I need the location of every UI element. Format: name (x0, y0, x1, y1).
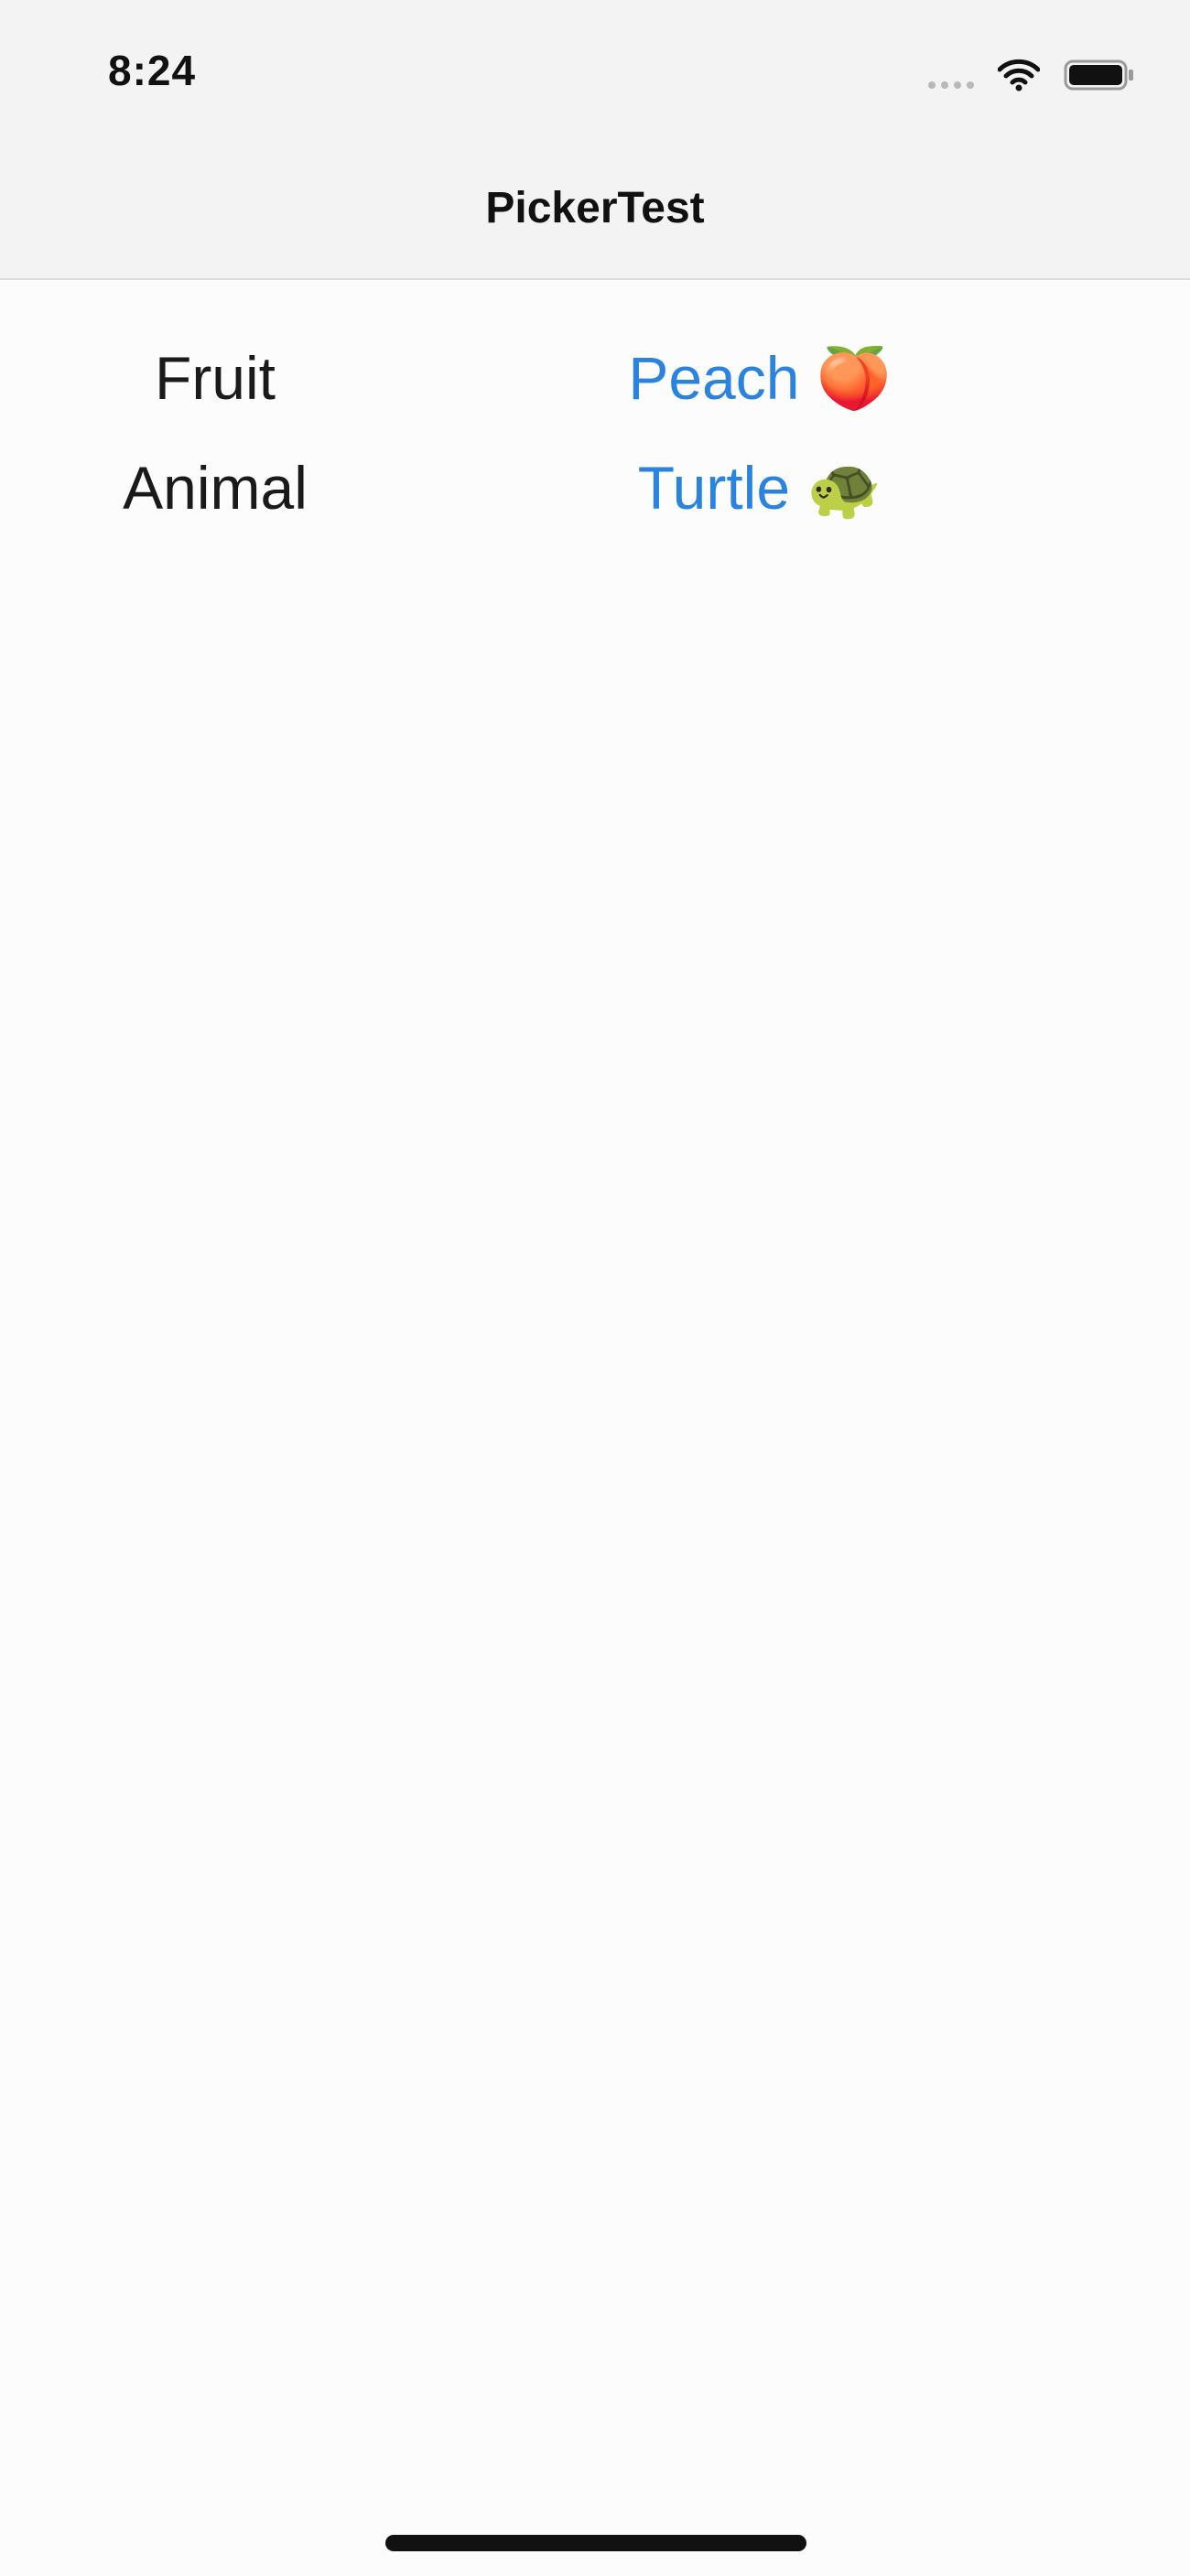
picker-list: Fruit Peach 🍑 Animal Turtle 🐢 (0, 329, 1190, 549)
animal-picker-button[interactable]: Turtle 🐢 (513, 453, 1007, 524)
top-bar: 8:24 PickerTest (0, 0, 1190, 280)
home-indicator[interactable] (385, 2535, 806, 2551)
animal-value: Turtle (637, 454, 791, 522)
row-fruit: Fruit Peach 🍑 (0, 329, 1190, 439)
battery-icon (1064, 59, 1135, 92)
fruit-picker-button[interactable]: Peach 🍑 (513, 343, 1007, 415)
status-time: 8:24 (108, 47, 197, 94)
page-title: PickerTest (485, 184, 705, 232)
fruit-label: Fruit (155, 344, 276, 412)
app-screen: 8:24 PickerTest Fruit Peach 🍑 Animal Tur… (0, 0, 1190, 2576)
cellular-signal-icon (928, 61, 974, 89)
wifi-icon (998, 59, 1040, 92)
turtle-icon: 🐢 (806, 454, 882, 522)
fruit-value: Peach (628, 344, 800, 412)
animal-label: Animal (123, 454, 308, 522)
peach-icon: 🍑 (816, 344, 892, 412)
row-animal: Animal Turtle 🐢 (0, 439, 1190, 549)
status-icons (928, 57, 1135, 93)
